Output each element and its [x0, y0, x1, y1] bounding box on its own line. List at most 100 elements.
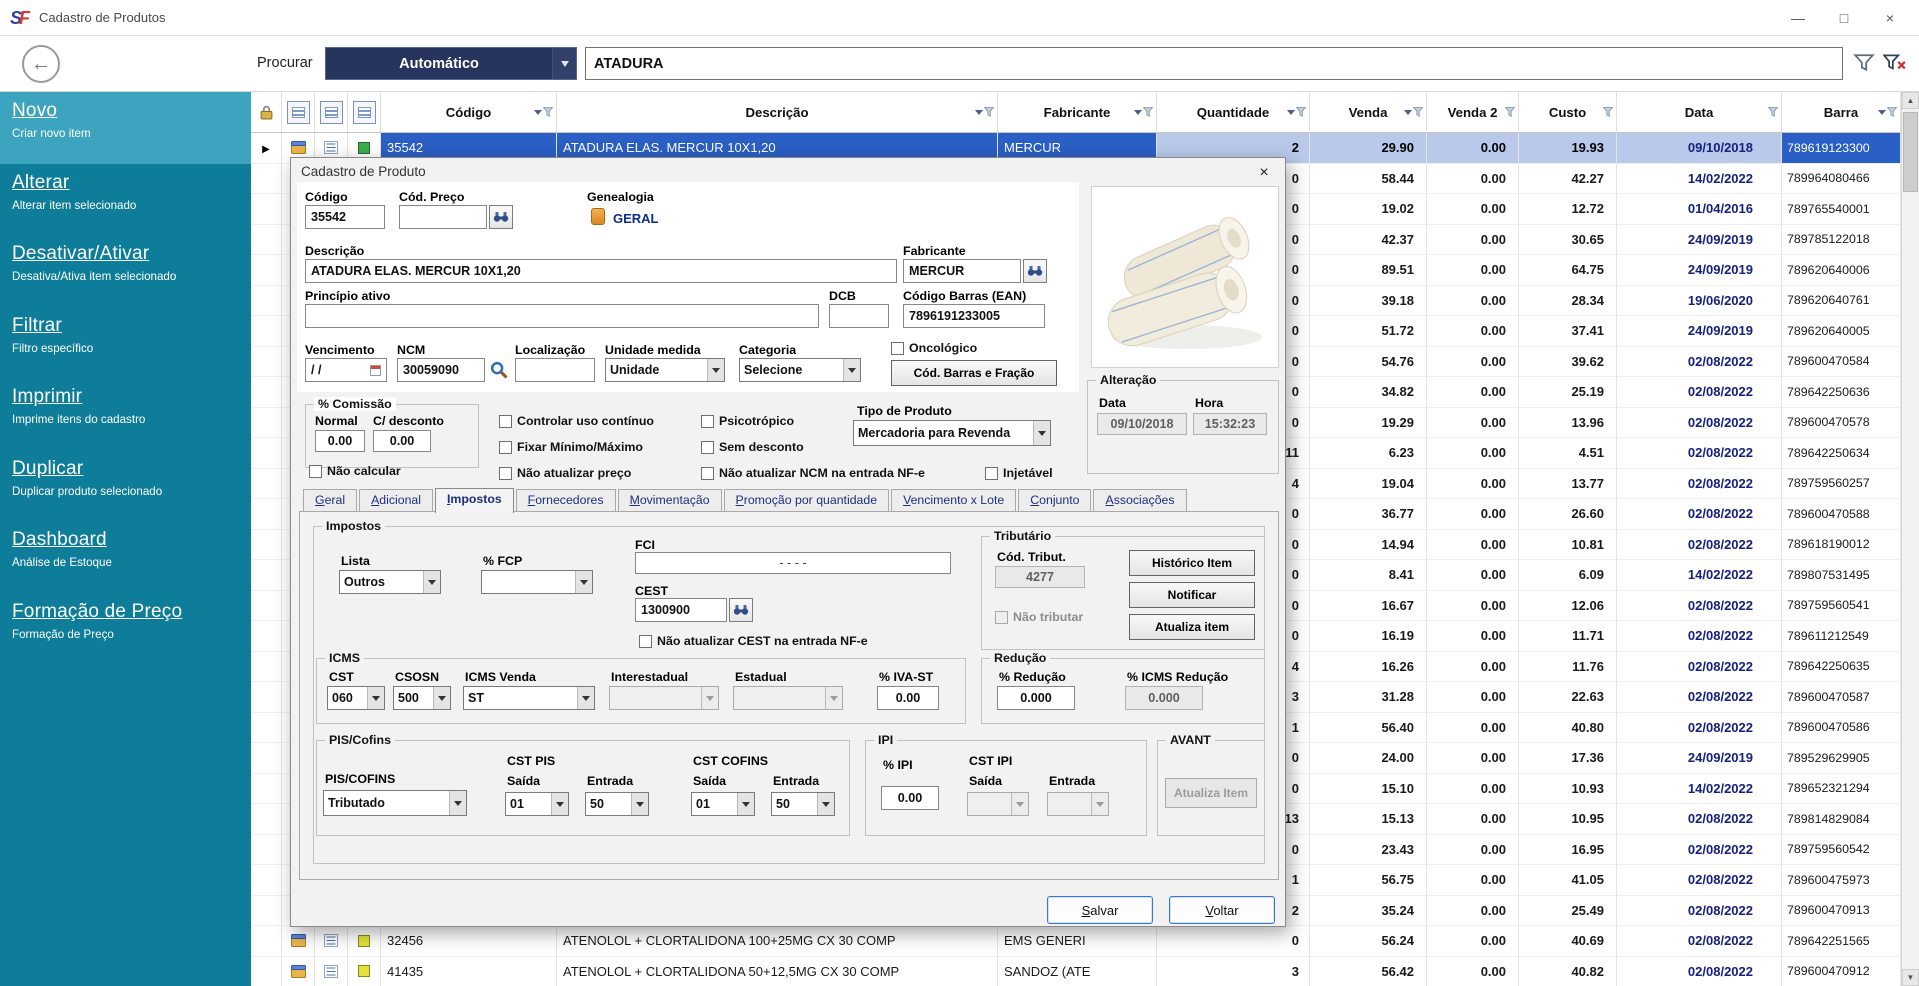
- grid-view-button-1[interactable]: [286, 100, 310, 124]
- ncm-field[interactable]: 30059090: [397, 358, 485, 382]
- salvar-button[interactable]: Salvar: [1047, 896, 1153, 924]
- lista-select[interactable]: Outros: [339, 570, 441, 594]
- unidade-select[interactable]: Unidade: [605, 358, 725, 382]
- cod-preco-search-button[interactable]: [489, 205, 513, 229]
- column-header[interactable]: Barra: [1782, 92, 1901, 132]
- vertical-scrollbar[interactable]: ▲ ▼: [1901, 92, 1919, 986]
- principio-ativo-field[interactable]: [305, 304, 819, 328]
- piscofins-select[interactable]: Tributado: [323, 790, 467, 816]
- ean-field[interactable]: 7896191233005: [903, 304, 1045, 328]
- cest-field[interactable]: 1300900: [635, 598, 727, 622]
- sort-arrow-icon[interactable]: [1287, 109, 1295, 119]
- fcp-select[interactable]: [481, 570, 593, 594]
- fabricante-search-button[interactable]: [1023, 259, 1047, 283]
- historico-item-button[interactable]: Histórico Item: [1129, 550, 1255, 576]
- dialog-tab[interactable]: Movimentação: [617, 489, 722, 511]
- psicotropico-checkbox[interactable]: Psicotrópico: [701, 414, 794, 428]
- calendar-icon[interactable]: [370, 364, 381, 376]
- filter-funnel-icon[interactable]: [1296, 107, 1306, 117]
- icms-venda-select[interactable]: ST: [463, 686, 595, 710]
- sidebar-item[interactable]: Novo Criar novo item: [0, 92, 251, 164]
- pis-entrada-select[interactable]: 50: [585, 792, 649, 816]
- cod-barras-fracao-button[interactable]: Cód. Barras e Fração: [891, 360, 1057, 386]
- dialog-tab[interactable]: Associações: [1093, 489, 1187, 511]
- injetavel-checkbox[interactable]: Injetável: [985, 466, 1053, 480]
- back-button[interactable]: ←: [22, 45, 60, 83]
- dialog-tab[interactable]: Impostos: [435, 488, 514, 513]
- filter-icon[interactable]: [1853, 53, 1875, 73]
- grid-view-button-2[interactable]: [319, 100, 343, 124]
- scrollbar-thumb[interactable]: [1903, 112, 1918, 192]
- nao-atualizar-cest-checkbox[interactable]: Não atualizar CEST na entrada NF-e: [639, 634, 868, 648]
- descricao-field[interactable]: ATADURA ELAS. MERCUR 10X1,20: [305, 259, 897, 283]
- sort-arrow-icon[interactable]: [975, 109, 983, 119]
- pis-saida-select[interactable]: 01: [505, 792, 569, 816]
- sem-desconto-checkbox[interactable]: Sem desconto: [701, 440, 804, 454]
- column-header[interactable]: Quantidade: [1157, 92, 1310, 132]
- nao-atualizar-ncm-checkbox[interactable]: Não atualizar NCM na entrada NF-e: [701, 466, 925, 480]
- tipo-produto-select[interactable]: Mercadoria para Revenda: [853, 420, 1051, 446]
- sort-arrow-icon[interactable]: [534, 109, 542, 119]
- maximize-button[interactable]: □: [1821, 0, 1867, 36]
- dcb-field[interactable]: [829, 304, 889, 328]
- column-header[interactable]: Fabricante: [998, 92, 1157, 132]
- sidebar-item[interactable]: Desativar/Ativar Desativa/Ativa item sel…: [0, 235, 251, 307]
- categoria-select[interactable]: Selecione: [739, 358, 861, 382]
- localizacao-field[interactable]: [515, 358, 595, 382]
- sort-arrow-icon[interactable]: [1134, 109, 1142, 119]
- filter-funnel-icon[interactable]: [1887, 107, 1897, 117]
- fabricante-field[interactable]: MERCUR: [903, 259, 1021, 283]
- oncologico-checkbox[interactable]: Oncológico: [891, 341, 977, 355]
- dialog-tab[interactable]: Conjunto: [1018, 489, 1092, 511]
- column-header[interactable]: Data: [1617, 92, 1782, 132]
- column-header[interactable]: Descrição: [557, 92, 998, 132]
- grid-view-button-3[interactable]: [352, 100, 376, 124]
- sort-arrow-icon[interactable]: [1404, 109, 1412, 119]
- reducao-field[interactable]: 0.000: [997, 686, 1075, 710]
- comissao-normal-field[interactable]: 0.00: [315, 430, 365, 452]
- scroll-down-icon[interactable]: ▼: [1902, 969, 1919, 986]
- nao-atualizar-preco-checkbox[interactable]: Não atualizar preço: [499, 466, 631, 480]
- column-header[interactable]: Venda 2: [1427, 92, 1519, 132]
- cest-search-button[interactable]: [729, 598, 753, 622]
- dialog-tab[interactable]: Geral: [303, 489, 358, 511]
- dialog-tab[interactable]: Adicional: [359, 489, 433, 511]
- filter-funnel-icon[interactable]: [1768, 107, 1778, 117]
- filter-funnel-icon[interactable]: [543, 107, 553, 117]
- column-header[interactable]: Código: [381, 92, 557, 132]
- sidebar-item[interactable]: Formação de Preço Formação de Preço: [0, 593, 251, 665]
- ncm-search-icon[interactable]: [489, 360, 509, 380]
- filter-funnel-icon[interactable]: [1505, 107, 1515, 117]
- codigo-field[interactable]: 35542: [305, 205, 385, 229]
- cst-select[interactable]: 060: [327, 686, 385, 710]
- filter-funnel-icon[interactable]: [984, 107, 994, 117]
- sidebar-item[interactable]: Duplicar Duplicar produto selecionado: [0, 450, 251, 522]
- close-dialog-icon[interactable]: ×: [1253, 162, 1275, 184]
- dialog-tab[interactable]: Promoção por quantidade: [723, 489, 890, 511]
- clear-filter-icon[interactable]: [1883, 53, 1907, 73]
- nao-calcular-checkbox[interactable]: Não calcular: [309, 464, 401, 478]
- table-row[interactable]: 32456 ATENOLOL + CLORTALIDONA 100+25MG C…: [251, 926, 1901, 957]
- cod-preco-field[interactable]: [399, 205, 487, 229]
- filter-funnel-icon[interactable]: [1143, 107, 1153, 117]
- dialog-tab[interactable]: Fornecedores: [515, 489, 616, 511]
- ipi-field[interactable]: 0.00: [881, 786, 939, 810]
- minimize-button[interactable]: —: [1775, 0, 1821, 36]
- sidebar-item[interactable]: Filtrar Filtro específico: [0, 307, 251, 379]
- csosn-select[interactable]: 500: [393, 686, 451, 710]
- genealogy-icon[interactable]: [591, 208, 605, 225]
- atualiza-item-button[interactable]: Atualiza item: [1129, 614, 1255, 640]
- filter-funnel-icon[interactable]: [1413, 107, 1423, 117]
- filter-funnel-icon[interactable]: [1603, 107, 1613, 117]
- dialog-tab[interactable]: Vencimento x Lote: [891, 489, 1017, 511]
- cofins-saida-select[interactable]: 01: [691, 792, 755, 816]
- table-row[interactable]: 41435 ATENOLOL + CLORTALIDONA 50+12,5MG …: [251, 956, 1901, 986]
- close-window-button[interactable]: ×: [1867, 0, 1913, 36]
- sidebar-item[interactable]: Imprimir Imprime itens do cadastro: [0, 378, 251, 450]
- column-header[interactable]: Custo: [1519, 92, 1617, 132]
- notificar-button[interactable]: Notificar: [1129, 582, 1255, 608]
- fixar-minmax-checkbox[interactable]: Fixar Mínimo/Máximo: [499, 440, 643, 454]
- voltar-button[interactable]: Voltar: [1169, 896, 1275, 924]
- column-header[interactable]: Venda: [1310, 92, 1427, 132]
- search-mode-select[interactable]: Automático: [325, 47, 577, 80]
